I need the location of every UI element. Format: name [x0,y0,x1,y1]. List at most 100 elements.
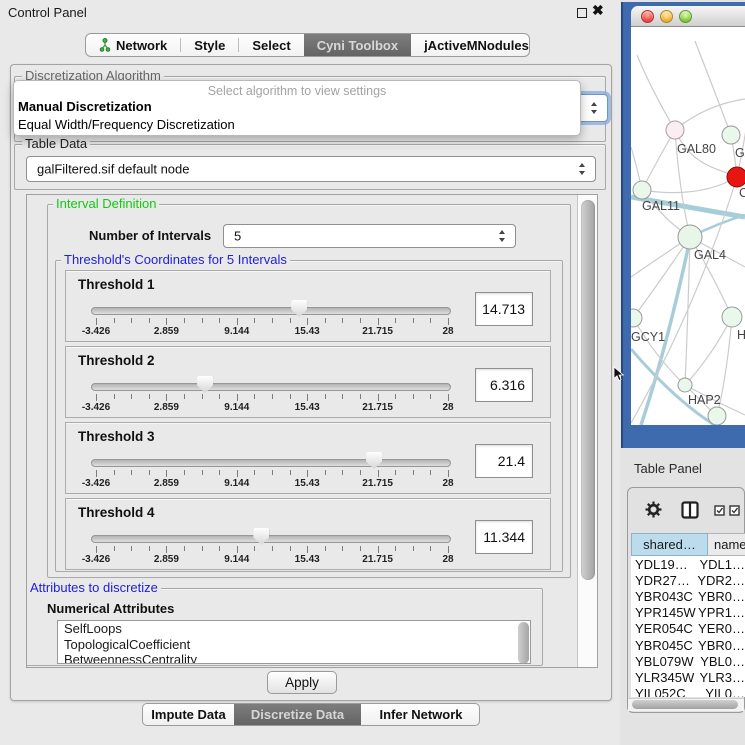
vertical-scrollbar-thumb[interactable] [581,200,595,580]
table-row[interactable]: YDR27…YDR2… [631,572,745,588]
slider-tick [202,546,203,551]
table-row[interactable]: YDL19…YDL1… [631,556,745,572]
network-node-hap2[interactable] [678,378,692,392]
attributes-list-scrollbar[interactable] [518,622,529,664]
attribute-list-item[interactable]: BetweennessCentrality [58,652,530,664]
table-row[interactable]: YLR345WYLR3… [631,669,745,685]
network-node-gcy1[interactable] [631,309,642,327]
traffic-light-minimize-icon[interactable] [660,10,673,23]
slider-tick [342,470,343,475]
slider-tick [307,318,308,325]
network-node-h[interactable] [722,307,742,327]
vertical-scrollbar[interactable] [577,195,597,667]
mouse-cursor [613,366,625,382]
slider-tick [272,318,273,323]
slider-tick [325,546,326,551]
gear-icon[interactable] [645,501,662,518]
tab-impute-data[interactable]: Impute Data [143,704,234,725]
panel-title: Control Panel [8,5,87,20]
float-window-icon[interactable] [577,8,587,18]
table-row[interactable]: YBR045CYBR0… [631,637,745,653]
table-row[interactable]: YBR043CYBR0… [631,588,745,604]
network-canvas[interactable]: GAL80GACGAL11GAL4GCY1HHAP2 [631,27,745,425]
table-cell-shared-name: YLR345W [631,670,699,685]
threshold-value-field[interactable] [475,292,533,326]
slider-tick [378,470,379,477]
traffic-light-zoom-icon[interactable] [679,10,692,23]
combo-arrows-icon [579,163,586,175]
table-data-selected-value: galFiltered.sif default node [37,162,189,177]
network-edge[interactable] [642,130,675,190]
slider-tick [131,394,132,399]
slider-tick-label: 28 [418,326,478,337]
table-cell-name: YDR2… [697,573,745,588]
network-edge[interactable] [642,177,737,193]
slider-tick [342,318,343,323]
slider-tick-label: 15.43 [277,402,337,413]
slider-track[interactable] [91,383,451,391]
slider-tick [237,394,238,401]
attribute-list-item[interactable]: TopologicalCoefficient [58,637,530,653]
network-node-c[interactable] [727,167,745,187]
table-cell-name: YPR1… [698,605,745,620]
threshold-value-field[interactable] [475,444,533,478]
apply-button[interactable]: Apply [267,671,337,694]
network-edge[interactable] [675,99,745,130]
threshold-value-field[interactable] [475,368,533,402]
dropdown-item-manual-discretization[interactable]: Manual Discretization [14,98,580,116]
network-tab-icon [99,38,111,52]
table-panel-title: Table Panel [634,461,702,476]
slider-tick [413,394,414,399]
dropdown-prompt: Select algorithm to view settings [14,84,580,98]
slider-tick [360,470,361,475]
tab-jactivemnodules[interactable]: jActiveMNodules [411,34,530,56]
number-of-intervals-combobox[interactable]: 5 [223,224,516,248]
network-node-gal11[interactable] [633,181,651,199]
slider-tick [219,546,220,551]
network-node-gal80[interactable] [666,121,684,139]
tab-network[interactable]: Network [86,34,180,56]
tab-cyni-toolbox[interactable]: Cyni Toolbox [304,34,411,56]
slider-tick [378,546,379,553]
tab-select[interactable]: Select [239,34,303,56]
table-row[interactable]: YIL052CYIL0… [631,686,745,698]
close-window-icon[interactable]: ✖ [592,2,604,19]
network-edge[interactable] [633,318,685,385]
table-panel-rows[interactable]: YDL19…YDL1…YDR27…YDR2…YBR043CYBR0…YPR145… [631,556,745,697]
dropdown-item-equal-width-frequency[interactable]: Equal Width/Frequency Discretization [14,116,580,134]
slider-track[interactable] [91,535,451,543]
checkbox-pair-icon[interactable] [714,505,742,516]
table-row[interactable]: YPR145WYPR1… [631,605,745,621]
slider-track[interactable] [91,307,451,315]
slider-tick [307,546,308,553]
slider-tick [290,470,291,475]
tab-infer-network[interactable]: Infer Network [361,704,480,725]
network-node-ga[interactable] [722,126,740,144]
traffic-light-close-icon[interactable] [641,10,654,23]
table-cell-name: YBL0… [700,654,745,669]
slider-tick [378,318,379,325]
threshold-value-field[interactable] [475,520,533,554]
table-row[interactable]: YER054CYER0… [631,621,745,637]
numerical-attributes-list[interactable]: SelfLoopsTopologicalCoefficientBetweenne… [57,620,531,664]
slider-tick [360,318,361,323]
slider-track[interactable] [91,459,451,467]
tab-style[interactable]: Style [181,34,238,56]
number-of-intervals-value: 5 [234,229,241,244]
attribute-list-item[interactable]: SelfLoops [58,621,530,637]
tab-discretize-data[interactable]: Discretize Data [234,704,361,725]
table-data-combobox[interactable]: galFiltered.sif default node [26,156,596,182]
horizontal-scrollbar-thumb[interactable] [632,700,738,709]
table-column-header-shared[interactable]: shared… [631,533,708,556]
table-row[interactable]: YBL079WYBL0… [631,653,745,669]
network-node[interactable] [708,407,726,425]
network-node-gal4[interactable] [678,225,702,249]
table-column-header-name[interactable]: name [708,533,745,556]
network-edge[interactable] [637,55,675,130]
network-edge[interactable] [695,41,731,135]
slider-tick-label: 15.43 [277,478,337,489]
slider-tick [290,318,291,323]
split-columns-icon[interactable] [681,501,699,519]
threshold-row-4: Threshold 4-3.4262.8599.14415.4321.71528 [65,498,551,570]
table-cell-name: YDL1… [699,557,745,572]
